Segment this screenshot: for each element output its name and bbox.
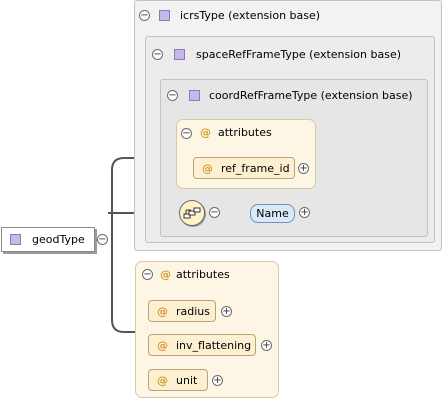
collapse-toggle[interactable]: − <box>181 128 192 139</box>
root-label: geodType <box>32 233 85 246</box>
attribute-icon: @ <box>157 338 168 352</box>
attribute-inv-flattening[interactable]: @ inv_flattening <box>148 334 256 356</box>
attribute-name: inv_flattening <box>176 338 252 352</box>
attribute-name: ref_frame_id <box>221 161 290 175</box>
extension-label: spaceRefFrameType (extension base) <box>196 48 402 61</box>
attribute-ref-frame-id[interactable]: @ ref_frame_id <box>193 157 295 179</box>
attribute-unit[interactable]: @ unit <box>148 369 208 391</box>
attribute-name: unit <box>176 373 198 387</box>
attribute-icon: @ <box>157 373 168 387</box>
collapse-toggle[interactable]: − <box>97 234 108 245</box>
attributes-header: attributes <box>176 268 230 281</box>
attribute-icon: @ <box>160 268 171 281</box>
attributes-group-geodtype: − @ attributes @ radius + @ inv_flatteni… <box>135 261 279 398</box>
expand-toggle[interactable]: + <box>299 207 310 218</box>
extension-label: coordRefFrameType (extension base) <box>209 89 413 102</box>
expand-toggle[interactable]: + <box>298 163 309 174</box>
collapse-toggle[interactable]: − <box>209 207 220 218</box>
element-label: Name <box>256 207 289 220</box>
collapse-toggle[interactable]: − <box>152 49 163 60</box>
complex-type-icon <box>189 90 200 101</box>
complex-type-icon <box>174 49 185 60</box>
expand-toggle[interactable]: + <box>221 306 232 317</box>
collapse-toggle[interactable]: − <box>167 90 178 101</box>
attributes-header: attributes <box>218 126 272 139</box>
expand-toggle[interactable]: + <box>212 375 223 386</box>
sequence-compositor-icon[interactable] <box>179 200 205 226</box>
element-name[interactable]: Name <box>250 204 295 223</box>
expand-toggle[interactable]: + <box>261 340 272 351</box>
attribute-icon: @ <box>202 161 213 175</box>
root-element-geodtype[interactable]: geodType <box>1 227 95 252</box>
attribute-icon: @ <box>200 126 211 139</box>
collapse-toggle[interactable]: − <box>139 10 150 21</box>
complex-type-icon <box>10 234 21 245</box>
attribute-icon: @ <box>157 304 168 318</box>
attribute-name: radius <box>176 304 211 318</box>
connector-to-geod-attributes <box>111 240 137 333</box>
attribute-radius[interactable]: @ radius <box>148 300 216 322</box>
complex-type-icon <box>159 10 170 21</box>
collapse-toggle[interactable]: − <box>142 269 153 280</box>
extension-label: icrsType (extension base) <box>180 9 321 22</box>
attributes-group-inherited: − @ attributes @ ref_frame_id + <box>176 119 316 189</box>
